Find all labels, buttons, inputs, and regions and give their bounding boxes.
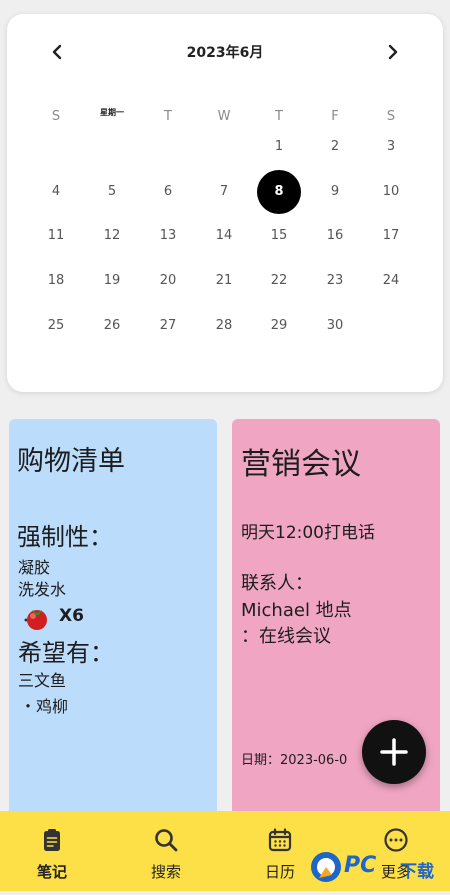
add-note-button[interactable] — [362, 720, 426, 784]
calendar-day[interactable]: 24 — [369, 259, 413, 303]
weekday-label: F — [331, 109, 339, 124]
calendar-day[interactable]: 23 — [313, 259, 357, 303]
calendar-day[interactable]: 1 — [257, 125, 301, 169]
note-line: Michael 地点 — [241, 600, 352, 621]
calendar-day[interactable]: 14 — [202, 214, 246, 258]
month-title: 2023年6月 — [186, 45, 264, 61]
note-line: 联系人： — [241, 573, 313, 594]
weekday-label: 星期一 — [100, 108, 124, 117]
watermark-text: PC — [344, 853, 377, 878]
calendar-day[interactable]: 21 — [202, 259, 246, 303]
weekday-label: T — [164, 109, 172, 124]
note-title: 购物清单 — [17, 446, 125, 477]
calendar-day[interactable]: 2 — [313, 125, 357, 169]
next-month-button[interactable] — [379, 38, 407, 66]
calendar-day[interactable]: 30 — [313, 304, 357, 348]
plus-icon — [380, 738, 408, 766]
nav-label: 笔记 — [36, 863, 67, 881]
nav-item-search[interactable]: 搜索 — [121, 811, 211, 891]
calendar-day[interactable]: 15 — [257, 214, 301, 258]
note-date: 日期：2023-06-0 — [241, 753, 348, 768]
weekday-label: T — [275, 109, 283, 124]
calendar-day[interactable]: 5 — [90, 170, 134, 214]
calendar-day[interactable]: 9 — [313, 170, 357, 214]
tomato-quantity: X6 — [59, 606, 84, 626]
note-title: 营销会议 — [241, 447, 361, 482]
calendar-day[interactable]: 20 — [146, 259, 190, 303]
list-item: 凝胶 — [18, 558, 51, 577]
required-heading: 强制性： — [17, 523, 113, 551]
calendar-day[interactable]: 25 — [34, 304, 78, 348]
note-line: 明天12:00打电话 — [241, 523, 375, 543]
clipboard-icon — [44, 829, 60, 851]
nav-item-notes[interactable]: 笔记 — [7, 811, 97, 891]
list-item: ・鸡柳 — [20, 697, 69, 716]
wish-heading: 希望有： — [18, 639, 114, 667]
calendar-day[interactable]: 6 — [146, 170, 190, 214]
watermark-text-2: 下载 — [400, 862, 434, 882]
calendar-day[interactable]: 18 — [34, 259, 78, 303]
nav-label: 搜索 — [150, 863, 181, 881]
calendar-card: 2023年6月 S 星期一 T W T F S 1 2 3 4 5 6 7 8 9 10 11 12 13 14 15 16… — [7, 14, 443, 392]
calendar-day[interactable]: 13 — [146, 214, 190, 258]
calendar-day[interactable]: 3 — [369, 125, 413, 169]
calendar-icon — [268, 828, 292, 852]
calendar-day[interactable]: 11 — [34, 214, 78, 258]
calendar-day-selected[interactable]: 8 — [257, 170, 301, 214]
tomato-icon — [21, 603, 51, 637]
chevron-right-icon — [388, 44, 398, 60]
calendar-day[interactable]: 17 — [369, 214, 413, 258]
calendar-day[interactable]: 27 — [146, 304, 190, 348]
list-item: 三文鱼 — [18, 671, 67, 690]
calendar-day[interactable]: 10 — [369, 170, 413, 214]
weekday-label: S — [51, 109, 61, 124]
pc-download-watermark: PC 下载 — [308, 845, 450, 891]
list-item: 洗发水 — [18, 580, 67, 599]
search-icon — [155, 829, 178, 852]
calendar-day[interactable]: 22 — [257, 259, 301, 303]
calendar-day[interactable]: 19 — [90, 259, 134, 303]
calendar-day[interactable]: 12 — [90, 214, 134, 258]
calendar-day[interactable]: 29 — [257, 304, 301, 348]
calendar-day[interactable]: 7 — [202, 170, 246, 214]
weekday-label: W — [217, 109, 231, 124]
calendar-day[interactable]: 4 — [34, 170, 78, 214]
calendar-day[interactable]: 16 — [313, 214, 357, 258]
weekday-label: S — [386, 109, 396, 124]
calendar-day[interactable]: 26 — [90, 304, 134, 348]
note-line: ：在线会议 — [241, 626, 331, 647]
note-shopping-list[interactable]: 购物清单 强制性： 凝胶 洗发水 X6 希望有： 三文鱼 ・鸡柳 — [9, 419, 217, 819]
calendar-day[interactable]: 28 — [202, 304, 246, 348]
